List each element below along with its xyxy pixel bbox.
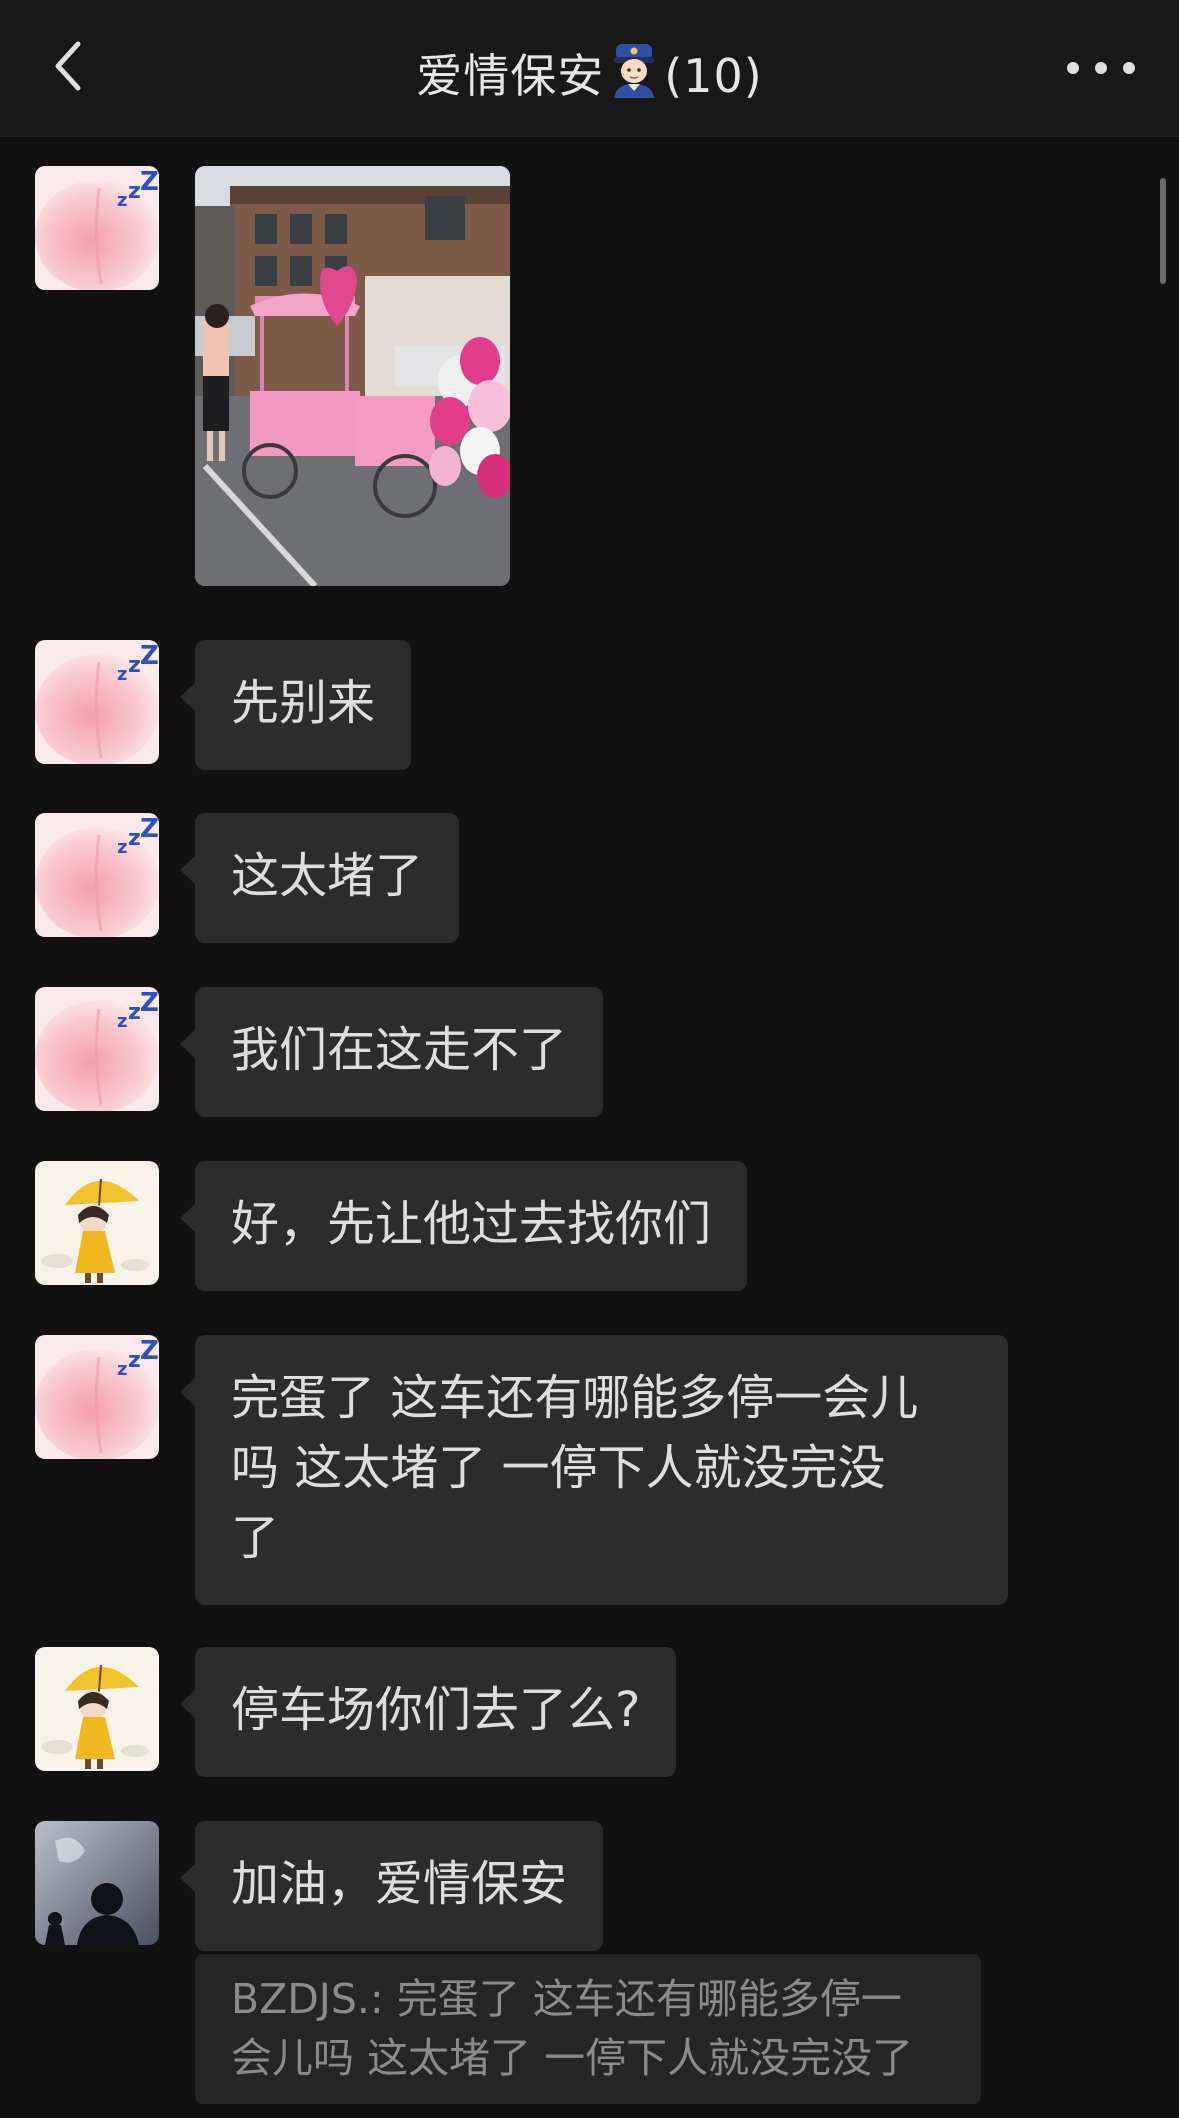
message-text: 先别来 — [231, 675, 376, 731]
chat-header: 爱情保安 (10) — [0, 0, 1179, 137]
message-bubble[interactable]: 我们在这走不了 — [179, 987, 604, 1117]
peach-avatar[interactable] — [35, 166, 159, 290]
message-bubble[interactable]: 加油，爱情保安 — [179, 1821, 604, 1951]
chat-title: 爱情保安 (10) — [0, 40, 1179, 109]
message-text-line: 了 — [231, 1510, 280, 1566]
member-count: (10) — [664, 49, 763, 103]
umbrella-girl-avatar[interactable] — [35, 1647, 159, 1771]
message-text: 好，先让他过去找你们 — [231, 1196, 712, 1252]
message-text-line: 吗 这太堵了 一停下人就没完没 — [231, 1440, 886, 1496]
group-name: 爱情保安 — [416, 49, 605, 103]
peach-avatar[interactable] — [35, 987, 159, 1111]
scrollbar[interactable] — [1160, 178, 1166, 284]
message-bubble[interactable]: 完蛋了 这车还有哪能多停一会儿 吗 这太堵了 一停下人就没完没 了 — [180, 1335, 1008, 1605]
chat-photo[interactable] — [195, 166, 510, 586]
message-bubble[interactable]: 停车场你们去了么? — [179, 1647, 677, 1777]
police-officer-emoji-icon — [608, 42, 660, 109]
pink-cart-photo — [195, 166, 510, 586]
message-text: 这太堵了 — [231, 848, 424, 904]
quote-text-line: BZDJS.: 完蛋了 这车还有哪能多停一 — [231, 1975, 902, 2023]
message-text: 我们在这走不了 — [231, 1022, 568, 1078]
message-text: 停车场你们去了么? — [231, 1682, 641, 1738]
message-text: 加油，爱情保安 — [231, 1856, 568, 1912]
message-bubble[interactable]: 先别来 — [179, 640, 412, 770]
umbrella-girl-avatar[interactable] — [35, 1161, 159, 1285]
peach-avatar[interactable] — [35, 813, 159, 937]
message-bubble[interactable]: 这太堵了 — [179, 813, 460, 943]
message-text-line: 完蛋了 这车还有哪能多停一会儿 — [231, 1370, 919, 1426]
silhouette-avatar[interactable] — [35, 1821, 159, 1945]
quoted-message[interactable]: BZDJS.: 完蛋了 这车还有哪能多停一 会儿吗 这太堵了 一停下人就没完没了 — [195, 1954, 981, 2104]
message-bubble[interactable]: 好，先让他过去找你们 — [179, 1161, 748, 1291]
quote-text-line: 会儿吗 这太堵了 一停下人就没完没了 — [231, 2034, 914, 2082]
peach-avatar[interactable] — [35, 1335, 159, 1459]
peach-avatar[interactable] — [35, 640, 159, 764]
more-dots-icon[interactable] — [1063, 40, 1139, 96]
